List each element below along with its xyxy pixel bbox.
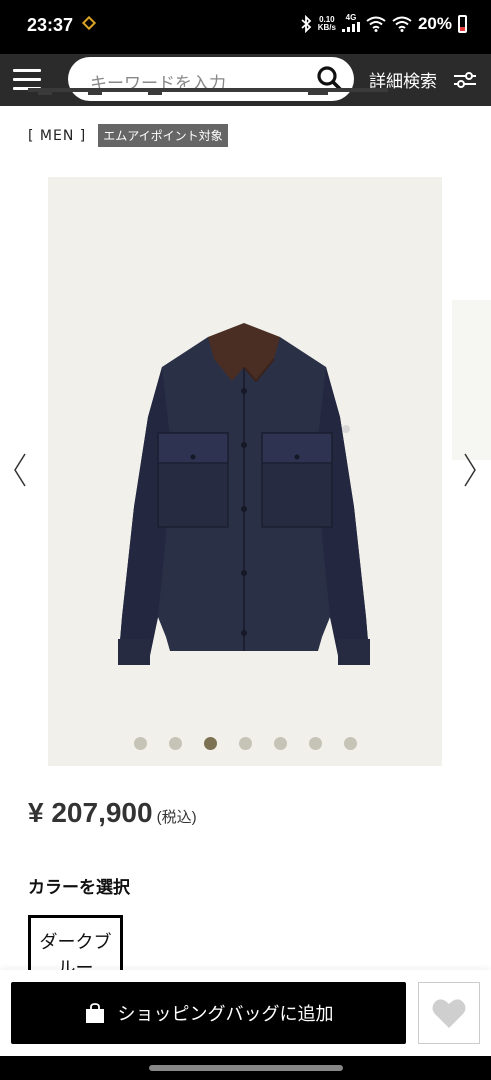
bottom-action-bar: ショッピングバッグに追加: [0, 970, 491, 1056]
chevron-right-icon[interactable]: [462, 452, 478, 488]
gender-tag: [ MEN ]: [28, 127, 87, 144]
color-option-dark-blue[interactable]: ダークブルー: [28, 915, 123, 975]
heart-icon: [432, 999, 466, 1028]
battery-icon: [458, 15, 467, 33]
product-jacket-image: [118, 323, 370, 665]
status-icons: 0.10 KB/s 4G 20%: [300, 14, 467, 34]
shopping-bag-icon: [85, 1003, 104, 1023]
system-nav-bar: [0, 1056, 491, 1080]
pager-dot[interactable]: [238, 737, 252, 750]
home-gesture-handle[interactable]: [149, 1065, 343, 1071]
favorite-button[interactable]: [418, 982, 480, 1044]
image-pager-dots: [48, 737, 442, 750]
add-to-bag-label: ショッピングバッグに追加: [117, 1004, 334, 1025]
add-to-bag-button[interactable]: ショッピングバッグに追加: [11, 982, 406, 1044]
status-time: 23:37: [27, 15, 74, 35]
product-price: ¥ 207,900 (税込): [28, 797, 197, 828]
pager-dot[interactable]: [273, 737, 287, 750]
product-tags: [ MEN ] エムアイポイント対象: [28, 124, 228, 147]
wifi-icon-2: [392, 16, 412, 32]
pager-dot-active[interactable]: [203, 737, 217, 750]
wifi-icon: [366, 16, 386, 32]
battery-percent: 20%: [417, 14, 452, 33]
net-speed: 0.10 KB/s: [317, 15, 336, 32]
filter-sliders-icon[interactable]: [453, 70, 477, 90]
color-section-label: カラーを選択: [28, 878, 130, 898]
status-bar: 23:37 0.10 KB/s 4G 20%: [0, 0, 491, 54]
chevron-left-icon[interactable]: [12, 452, 28, 488]
bluetooth-icon: [301, 15, 312, 33]
pager-dot[interactable]: [133, 737, 147, 750]
signal-bars-icon: [341, 22, 360, 32]
mobile-signal: 4G: [341, 14, 360, 34]
product-image-carousel[interactable]: [48, 177, 442, 766]
pager-dot[interactable]: [308, 737, 322, 750]
next-image-peek: [452, 300, 491, 460]
pager-dot[interactable]: [168, 737, 182, 750]
tax-note: (税込): [156, 809, 197, 826]
notification-diamond-icon: [81, 15, 97, 31]
pager-dot[interactable]: [343, 737, 357, 750]
point-badge: エムアイポイント対象: [98, 124, 228, 147]
product-title-cutoff: [28, 88, 388, 95]
